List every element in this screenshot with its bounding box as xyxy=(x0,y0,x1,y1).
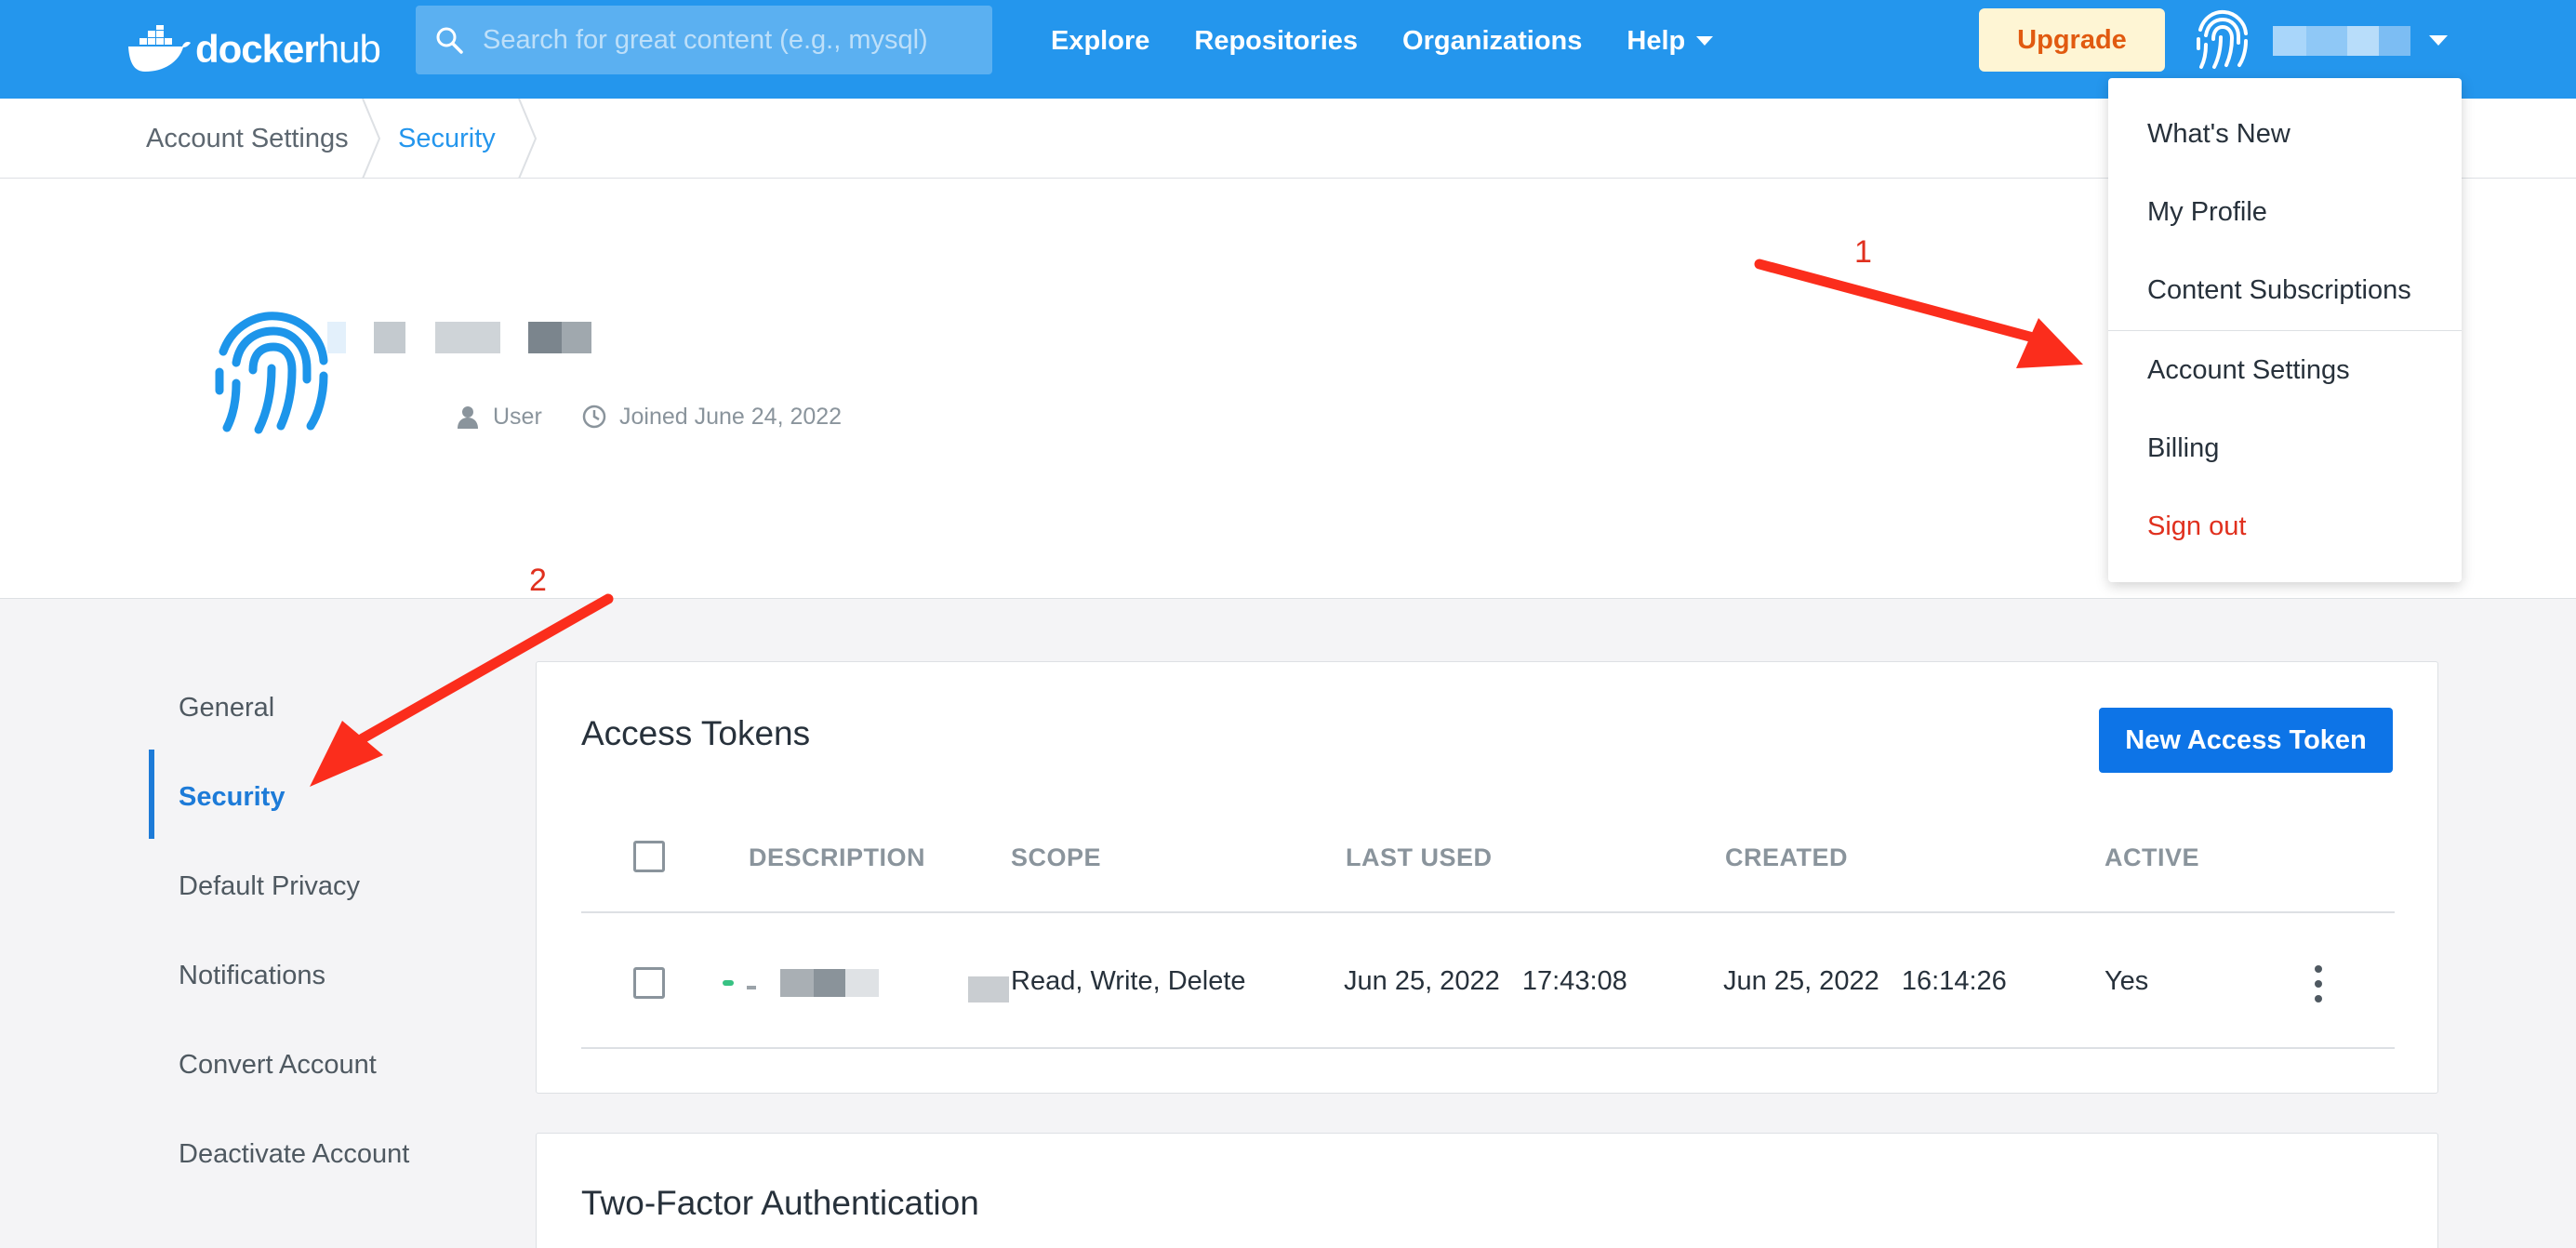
column-header-active[interactable]: ACTIVE xyxy=(2105,843,2199,872)
column-header-last-used[interactable]: LAST USED xyxy=(1346,843,1493,872)
scope-redacted-fragment xyxy=(968,976,1009,1002)
two-factor-card: Two-Factor Authentication xyxy=(536,1133,2438,1248)
menu-item-whats-new[interactable]: What's New xyxy=(2147,119,2291,150)
menu-item-account-settings[interactable]: Account Settings xyxy=(2147,355,2350,386)
menu-item-billing[interactable]: Billing xyxy=(2147,433,2219,464)
chevron-down-icon xyxy=(1696,36,1714,46)
logo-word: docker xyxy=(195,27,319,71)
side-item-deactivate-account[interactable]: Deactivate Account xyxy=(149,1109,465,1199)
row-divider xyxy=(581,1047,2395,1049)
clock-icon xyxy=(582,405,606,429)
search-icon xyxy=(436,27,463,54)
search-box[interactable] xyxy=(416,6,992,74)
fingerprint-avatar-icon[interactable] xyxy=(2189,6,2254,74)
more-options-icon[interactable] xyxy=(2309,965,2328,1002)
access-tokens-title: Access Tokens xyxy=(581,714,811,752)
menu-item-content-subscriptions[interactable]: Content Subscriptions xyxy=(2147,275,2411,306)
column-header-description[interactable]: DESCRIPTION xyxy=(749,843,925,872)
column-header-created[interactable]: CREATED xyxy=(1725,843,1848,872)
profile-role: User xyxy=(456,398,542,435)
row-checkbox[interactable] xyxy=(633,967,665,999)
token-last-used: Jun 25, 2022 17:43:08 xyxy=(1344,966,1627,996)
profile-username-redacted xyxy=(327,322,591,353)
access-tokens-card: Access Tokens New Access Token DESCRIPTI… xyxy=(536,661,2438,1094)
menu-divider xyxy=(2108,330,2462,331)
token-active: Yes xyxy=(2105,966,2149,996)
token-scope: Read, Write, Delete xyxy=(1011,966,1246,996)
username-redacted[interactable] xyxy=(2273,26,2422,56)
docker-whale-icon xyxy=(128,25,191,72)
search-input[interactable] xyxy=(483,24,966,56)
menu-item-sign-out[interactable]: Sign out xyxy=(2147,511,2246,542)
annotation-number-1: 1 xyxy=(1854,234,1872,270)
header-divider xyxy=(581,911,2395,913)
profile-joined: Joined June 24, 2022 xyxy=(582,398,842,435)
profile-role-label: User xyxy=(493,403,542,430)
fingerprint-avatar-icon xyxy=(215,312,328,434)
two-factor-title: Two-Factor Authentication xyxy=(581,1184,979,1222)
side-item-default-privacy[interactable]: Default Privacy xyxy=(149,842,465,931)
token-created: Jun 25, 2022 16:14:26 xyxy=(1723,966,2007,996)
annotation-number-2: 2 xyxy=(529,563,547,598)
user-icon xyxy=(458,406,478,429)
select-all-checkbox[interactable] xyxy=(633,841,665,872)
upgrade-button[interactable]: Upgrade xyxy=(1979,8,2165,72)
breadcrumb-separator xyxy=(518,99,538,179)
nav-organizations[interactable]: Organizations xyxy=(1402,26,1582,57)
nav-explore[interactable]: Explore xyxy=(1051,26,1149,57)
side-item-notifications[interactable]: Notifications xyxy=(149,931,465,1020)
profile-joined-label: Joined June 24, 2022 xyxy=(619,403,843,430)
side-item-general[interactable]: General xyxy=(149,663,465,752)
nav-help-label: Help xyxy=(1627,25,1686,56)
side-item-security[interactable]: Security xyxy=(149,752,465,842)
account-dropdown-menu: What's New My Profile Content Subscripti… xyxy=(2108,78,2462,582)
column-header-scope[interactable]: SCOPE xyxy=(1011,843,1101,872)
nav-help[interactable]: Help xyxy=(1627,25,1714,57)
nav-repositories[interactable]: Repositories xyxy=(1194,26,1358,57)
user-menu-chevron-icon[interactable] xyxy=(2429,35,2448,46)
breadcrumb-account-settings[interactable]: Account Settings xyxy=(146,99,349,179)
new-access-token-button[interactable]: New Access Token xyxy=(2099,708,2393,773)
docker-hub-logo[interactable]: dockerhub xyxy=(126,15,381,84)
logo-word-light: hub xyxy=(317,27,381,71)
breadcrumb-separator xyxy=(362,99,381,179)
side-item-convert-account[interactable]: Convert Account xyxy=(149,1020,465,1109)
menu-item-my-profile[interactable]: My Profile xyxy=(2147,197,2267,228)
token-description-redacted xyxy=(723,966,879,1000)
breadcrumb-security[interactable]: Security xyxy=(398,99,496,179)
